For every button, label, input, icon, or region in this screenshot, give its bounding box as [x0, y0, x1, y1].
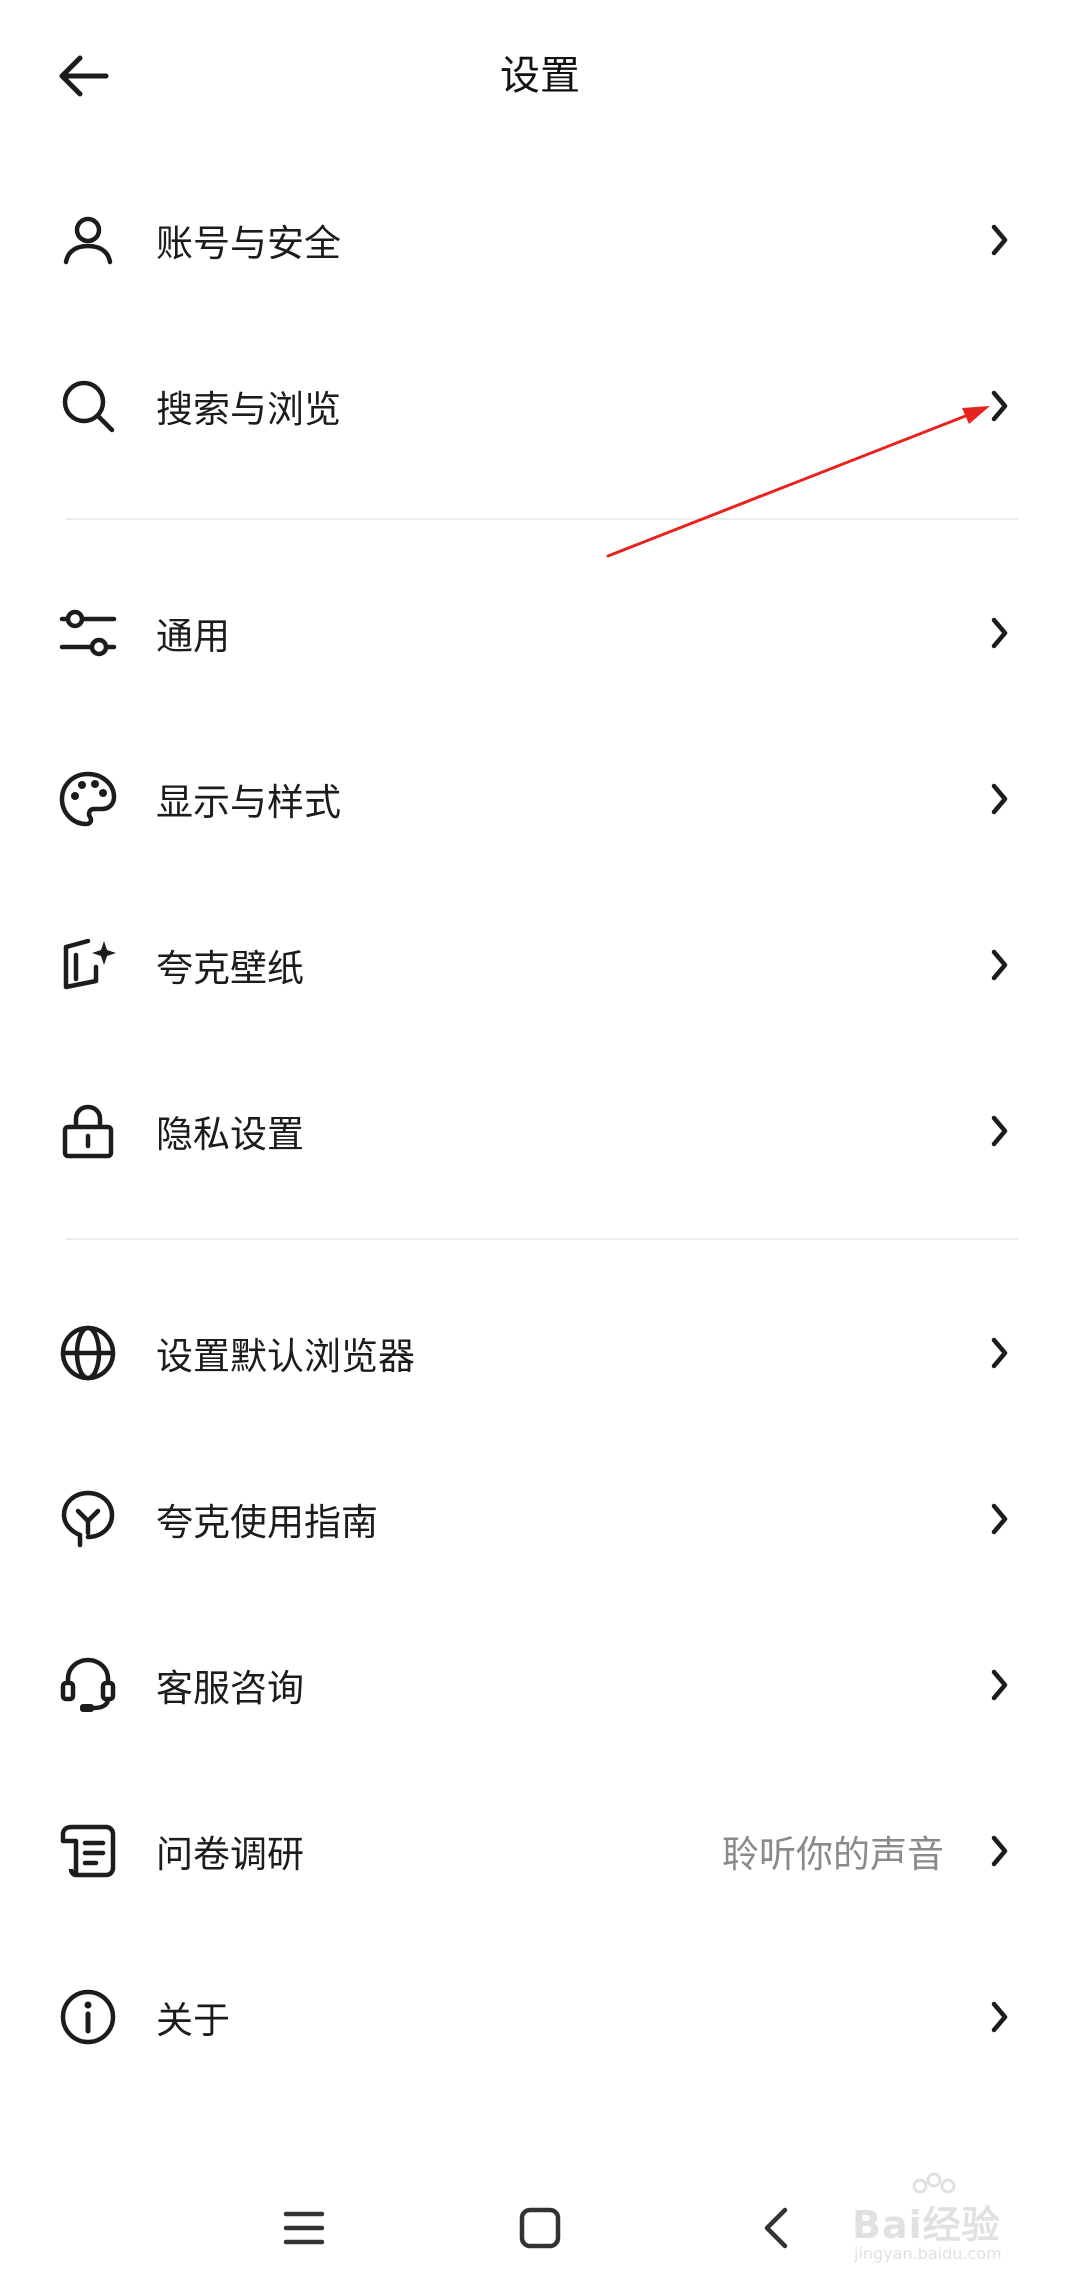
- sliders-icon: [56, 601, 120, 665]
- settings-item-display-style[interactable]: 显示与样式: [0, 716, 1080, 882]
- wallpaper-icon: [56, 933, 120, 997]
- survey-icon: [56, 1819, 120, 1883]
- chevron-right-icon: [980, 1499, 1020, 1539]
- menu-icon: [283, 2211, 325, 2245]
- chevron-right-icon: [980, 945, 1020, 985]
- chevron-right-icon: [980, 613, 1020, 653]
- settings-item-label: 设置默认浏览器: [156, 1335, 415, 1378]
- settings-item-customer-service[interactable]: 客服咨询: [0, 1602, 1080, 1768]
- home-square-icon: [519, 2207, 561, 2249]
- settings-item-user-guide[interactable]: 夸克使用指南: [0, 1436, 1080, 1602]
- settings-group-other: 设置默认浏览器 夸克使用指南 客服咨询 问卷调研 聆听你的声音 关于: [0, 1270, 1080, 2100]
- watermark-brand: Bai经验: [852, 2203, 1001, 2247]
- settings-item-survey[interactable]: 问卷调研 聆听你的声音: [0, 1768, 1080, 1934]
- settings-item-label: 账号与安全: [156, 222, 341, 265]
- user-icon: [56, 208, 120, 272]
- settings-item-label: 搜索与浏览: [156, 388, 341, 431]
- chevron-right-icon: [980, 779, 1020, 819]
- page-title: 设置: [500, 53, 580, 99]
- chevron-right-icon: [980, 386, 1020, 426]
- chevron-right-icon: [980, 1333, 1020, 1373]
- headset-icon: [56, 1653, 120, 1717]
- chevron-right-icon: [980, 1665, 1020, 1705]
- settings-item-label: 夸克使用指南: [156, 1501, 378, 1544]
- nav-back-button[interactable]: [728, 2180, 824, 2276]
- baidu-jingyan-watermark: Bai经验 jingyan.baidu.com: [822, 2172, 1022, 2272]
- settings-item-label: 夸克壁纸: [156, 947, 304, 990]
- chevron-right-icon: [980, 1111, 1020, 1151]
- settings-group-account: 账号与安全 搜索与浏览: [0, 157, 1080, 489]
- nav-menu-button[interactable]: [256, 2180, 352, 2276]
- settings-item-value: 聆听你的声音: [722, 1833, 944, 1876]
- settings-item-wallpaper[interactable]: 夸克壁纸: [0, 882, 1080, 1048]
- lock-icon: [56, 1099, 120, 1163]
- settings-item-label: 客服咨询: [156, 1667, 304, 1710]
- info-icon: [56, 1985, 120, 2049]
- watermark-url: jingyan.baidu.com: [854, 2244, 1002, 2263]
- settings-item-general[interactable]: 通用: [0, 550, 1080, 716]
- chevron-left-icon: [764, 2207, 788, 2249]
- globe-icon: [56, 1321, 120, 1385]
- chevron-right-icon: [980, 220, 1020, 260]
- section-divider: [66, 1238, 1018, 1240]
- settings-item-label: 隐私设置: [156, 1113, 304, 1156]
- settings-item-about[interactable]: 关于: [0, 1934, 1080, 2100]
- settings-item-default-browser[interactable]: 设置默认浏览器: [0, 1270, 1080, 1436]
- nav-home-button[interactable]: [492, 2180, 588, 2276]
- chevron-right-icon: [980, 1831, 1020, 1871]
- section-divider: [66, 518, 1018, 520]
- chevron-right-icon: [980, 1997, 1020, 2037]
- settings-item-search-browse[interactable]: 搜索与浏览: [0, 323, 1080, 489]
- settings-item-label: 问卷调研: [156, 1833, 304, 1876]
- settings-item-label: 通用: [156, 615, 230, 658]
- search-icon: [56, 374, 120, 438]
- header-bar: 设置: [0, 0, 1080, 150]
- palette-icon: [56, 767, 120, 831]
- settings-group-general: 通用 显示与样式 夸克壁纸 隐私设置: [0, 550, 1080, 1214]
- lightbulb-icon: [56, 1487, 120, 1551]
- settings-item-label: 显示与样式: [156, 781, 341, 824]
- settings-item-label: 关于: [156, 1999, 230, 2042]
- settings-item-privacy[interactable]: 隐私设置: [0, 1048, 1080, 1214]
- settings-item-account-security[interactable]: 账号与安全: [0, 157, 1080, 323]
